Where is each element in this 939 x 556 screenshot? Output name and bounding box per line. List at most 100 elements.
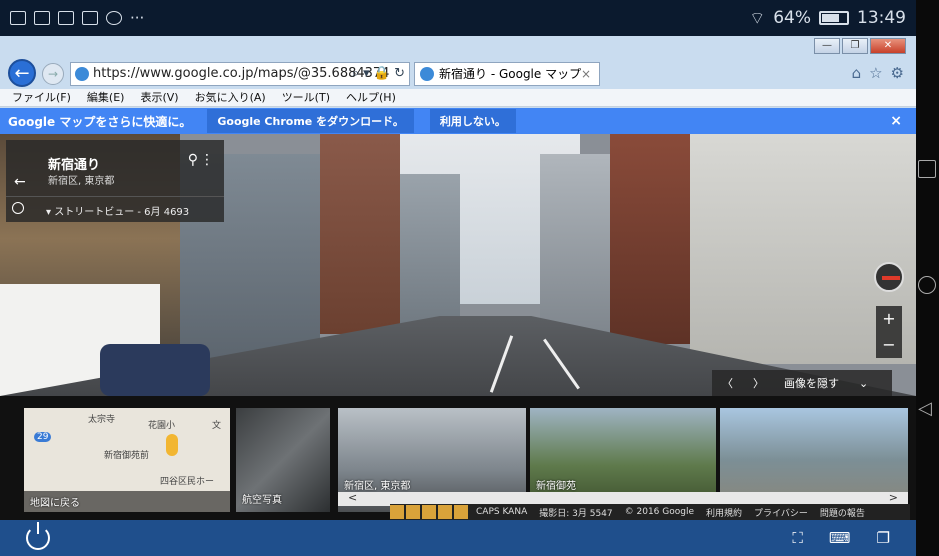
thumbnail-strip: 太宗寺 花園小 文 29 新宿御苑前 四谷区民ホー 地図に戻る 航空写真 新宿区…: [0, 396, 916, 520]
more-notifications: ···: [130, 9, 145, 27]
forward-button[interactable]: →: [42, 63, 64, 85]
route-badge: 29: [34, 432, 52, 442]
zoom-out-button[interactable]: −: [876, 332, 902, 358]
tab-favicon: [420, 67, 434, 81]
promo-close-button[interactable]: ×: [890, 113, 902, 129]
compass-icon[interactable]: [874, 262, 904, 292]
close-window-button[interactable]: ✕: [870, 38, 906, 54]
settings-gear-icon[interactable]: ⚙: [891, 64, 904, 82]
building-right-1: [540, 154, 620, 334]
place-info-card: ← 新宿通り 新宿区, 東京都 ⚲ ⋮ ▾ ストリートビュー - 6月 4693: [6, 140, 224, 222]
privacy-link[interactable]: プライバシー: [754, 506, 808, 519]
map-footer: CAPS KANA 撮影日: 3月 5547 © 2016 Google 利用規…: [390, 504, 910, 520]
street-view-panorama[interactable]: ← 新宿通り 新宿区, 東京都 ⚲ ⋮ ▾ ストリートビュー - 6月 4693…: [0, 134, 916, 396]
scroll-left-icon[interactable]: <: [348, 491, 357, 504]
menu-edit[interactable]: 編集(E): [87, 89, 125, 106]
menu-tools[interactable]: ツール(T): [282, 89, 330, 106]
back-to-map-thumbnail[interactable]: 太宗寺 花園小 文 29 新宿御苑前 四谷区民ホー 地図に戻る: [24, 408, 230, 512]
collapse-icon[interactable]: ⌄: [849, 377, 878, 390]
promo-title: Google マップをさらに快適に。: [8, 114, 192, 129]
aerial-thumbnail[interactable]: 航空写真: [236, 408, 330, 512]
tab-title: 新宿通り - Google マップ: [439, 67, 582, 81]
address-tools[interactable]: ⌕ ▾ 🔒 ↻: [352, 63, 405, 85]
maximize-button[interactable]: ❐: [842, 38, 868, 54]
image-strip-controls: 〈 〉 画像を隠す ⌄: [712, 370, 892, 396]
notification-icons: ···: [10, 9, 144, 27]
place-name: 新宿通り: [48, 158, 101, 173]
menu-file[interactable]: ファイル(F): [12, 89, 71, 106]
chrome-promo-bar: Google マップをさらに快適に。 Google Chrome をダウンロード…: [0, 108, 916, 134]
window-switch-icon[interactable]: ❐: [877, 529, 890, 547]
fullscreen-icon[interactable]: ⛶: [792, 529, 803, 547]
history-label: ▾ ストリートビュー - 6月 4693: [46, 207, 190, 218]
back-nav-button[interactable]: ◁: [918, 400, 936, 418]
home-button[interactable]: [918, 276, 936, 294]
back-to-map-label: 地図に戻る: [24, 491, 230, 512]
browser-toolbar-icons: ⌂ ☆ ⚙: [852, 64, 904, 82]
map-label: 新宿御苑前: [104, 451, 150, 461]
building-left-4: [400, 174, 460, 334]
terms-link[interactable]: 利用規約: [706, 506, 742, 519]
building-left-3: [320, 134, 400, 334]
browser-window: — ❐ ✕ ← → https://www.google.co.jp/maps/…: [0, 36, 916, 520]
wifi-icon: ⌔: [749, 8, 766, 29]
clock: 13:49: [857, 8, 906, 28]
history-selector[interactable]: ▾ ストリートビュー - 6月 4693: [6, 196, 224, 218]
status-bar: ··· ⌔ 64% 13:49: [0, 0, 916, 36]
zoom-in-button[interactable]: +: [876, 306, 902, 332]
more-options-icon[interactable]: ⋮: [200, 152, 214, 168]
keyboard-icon[interactable]: ⌨: [829, 529, 851, 547]
back-button[interactable]: ←: [8, 59, 36, 87]
capture-date: 撮影日: 3月 5547: [539, 508, 613, 519]
decline-button[interactable]: 利用しない。: [429, 109, 516, 133]
next-image-button[interactable]: 〉: [743, 375, 774, 391]
place-area: 新宿区, 東京都: [48, 176, 115, 187]
clock-icon: [12, 202, 24, 214]
scroll-right-icon[interactable]: >: [889, 491, 898, 504]
favorites-icon[interactable]: ☆: [869, 64, 882, 82]
location-icon: [106, 11, 122, 25]
window-controls: — ❐ ✕: [814, 38, 906, 54]
image-icon: [58, 11, 74, 25]
zoom-controls: + −: [876, 306, 902, 358]
menu-view[interactable]: 表示(V): [140, 89, 178, 106]
scooter-rider: [100, 344, 210, 396]
address-row: ← → https://www.google.co.jp/maps/@35.68…: [0, 57, 916, 89]
power-icon[interactable]: [26, 522, 50, 550]
pin-icon[interactable]: ⚲: [188, 152, 198, 168]
report-link[interactable]: 問題の報告: [820, 506, 865, 519]
url-text: https://www.google.co.jp/maps/@35.688437…: [93, 66, 390, 81]
tab-close-button[interactable]: ×: [581, 63, 591, 85]
map-label: 文: [212, 421, 222, 431]
download-chrome-button[interactable]: Google Chrome をダウンロード。: [207, 109, 414, 133]
mail-icon: [34, 11, 50, 25]
taskbar: ⛶ ⌨ ❐: [0, 520, 916, 556]
battery-icon: [819, 11, 849, 25]
map-label: 太宗寺: [88, 415, 116, 425]
hide-images-button[interactable]: 画像を隠す: [774, 375, 849, 391]
android-nav-bar: ◁: [916, 0, 939, 556]
menu-bar: ファイル(F) 編集(E) 表示(V) お気に入り(A) ツール(T) ヘルプ(…: [0, 89, 916, 107]
aerial-label: 航空写真: [242, 495, 282, 506]
copyright: © 2016 Google: [624, 507, 694, 517]
recent-apps-button[interactable]: [918, 160, 936, 178]
address-bar[interactable]: https://www.google.co.jp/maps/@35.688437…: [70, 62, 410, 86]
battery-percent: 64%: [773, 8, 811, 28]
building-right-2: [610, 134, 690, 344]
prev-image-button[interactable]: 〈: [712, 375, 743, 391]
ie-icon: [75, 67, 89, 81]
pegman-icon: [166, 434, 178, 456]
home-icon[interactable]: ⌂: [852, 64, 862, 82]
map-label: 花園小: [148, 421, 176, 431]
gallery-icon: [82, 11, 98, 25]
menu-help[interactable]: ヘルプ(H): [346, 89, 396, 106]
map-label: 四谷区民ホー: [160, 477, 215, 487]
browser-tab[interactable]: 新宿通り - Google マップ ×: [414, 62, 600, 86]
alert-icon: [10, 11, 26, 25]
back-arrow-icon[interactable]: ←: [14, 174, 26, 190]
minimize-button[interactable]: —: [814, 38, 840, 54]
ime-toolbar: [390, 505, 468, 519]
photo-thumbnail-label: 新宿御苑: [536, 481, 576, 492]
menu-favorites[interactable]: お気に入り(A): [195, 89, 266, 106]
caps-kana-indicator: CAPS KANA: [476, 507, 528, 517]
